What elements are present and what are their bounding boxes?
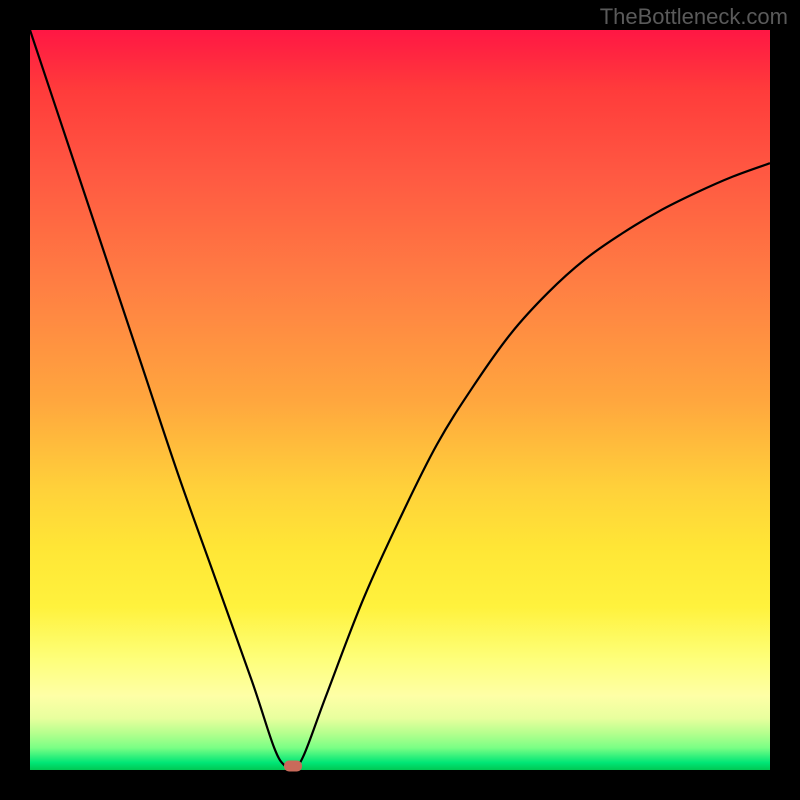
curve-path [30,30,770,770]
watermark-text: TheBottleneck.com [600,4,788,30]
chart-plot-area [30,30,770,770]
bottleneck-curve [30,30,770,770]
optimal-point-marker [284,761,302,772]
